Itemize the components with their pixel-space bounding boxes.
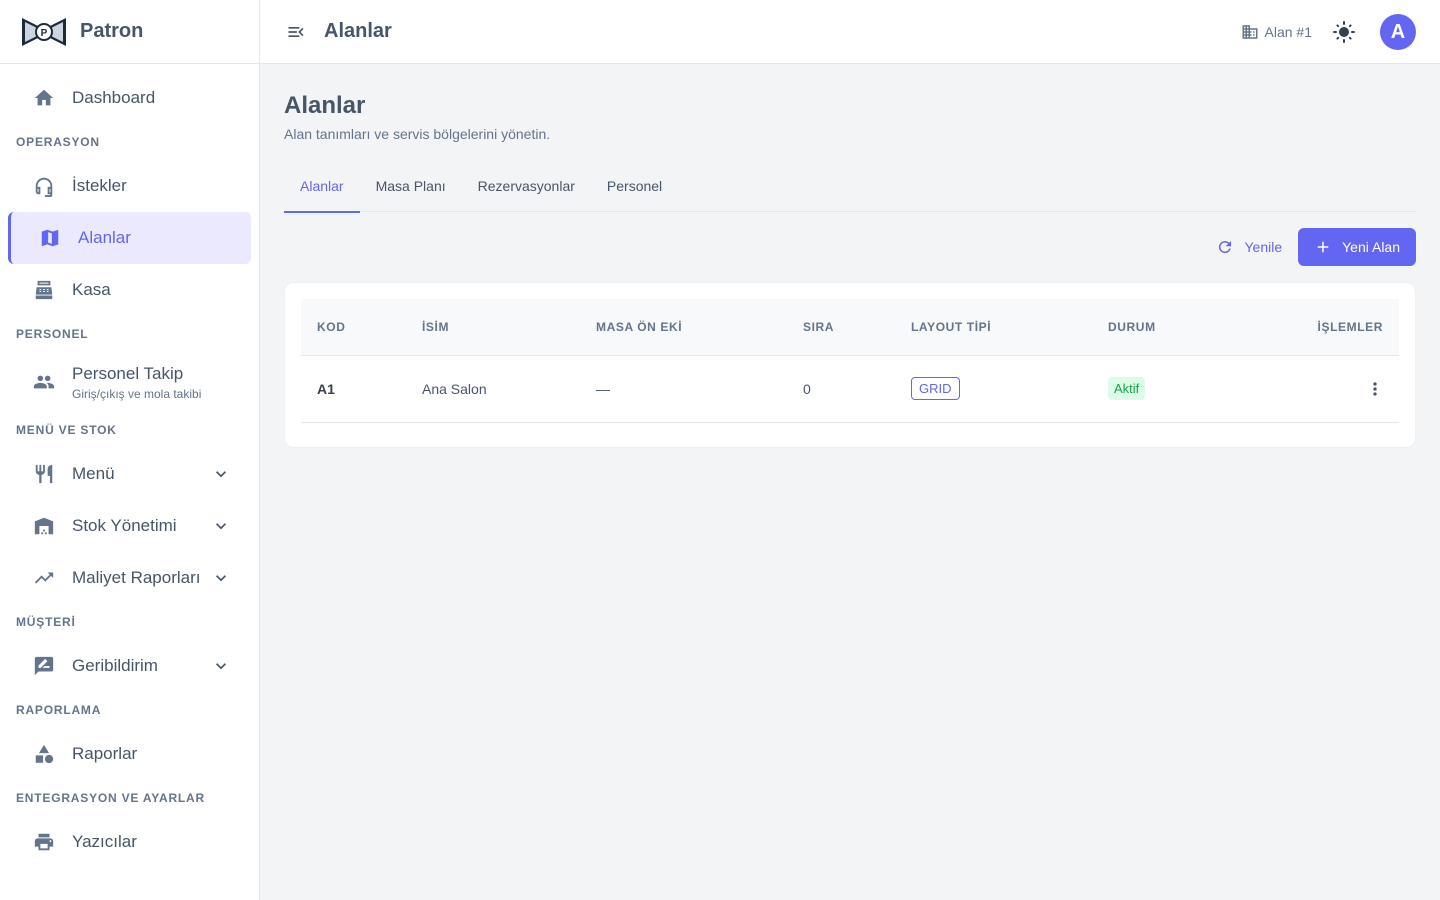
- refresh-icon: [1219, 241, 1232, 254]
- section-musteri: MÜŞTERİ: [16, 615, 76, 629]
- refresh-label: Yenile: [1244, 239, 1283, 255]
- plus-icon: [1317, 241, 1329, 253]
- sidebar-item-label: Personel Takip: [72, 363, 184, 383]
- avatar[interactable]: A: [1380, 14, 1416, 50]
- printer-icon: [32, 830, 56, 854]
- sidebar-item-dashboard[interactable]: Dashboard: [8, 72, 251, 124]
- section-raporlama: RAPORLAMA: [16, 703, 102, 717]
- sidebar-item-menu[interactable]: Menü: [8, 448, 251, 500]
- sidebar-item-sublabel: Giriş/çıkış ve mola takibi: [72, 386, 202, 401]
- sidebar-item-label: Stok Yönetimi: [72, 516, 177, 535]
- brand[interactable]: P Patron: [0, 0, 259, 64]
- sun-icon[interactable]: [1332, 20, 1356, 44]
- map-icon: [38, 226, 62, 250]
- section-operasyon: OPERASYON: [16, 135, 100, 149]
- main-content: Alanlar Alan tanımları ve servis bölgele…: [284, 64, 1416, 448]
- sidebar-item-label: Yazıcılar: [72, 832, 137, 851]
- cell-kod: A1: [301, 355, 406, 423]
- col-islemler: İŞLEMLER: [1262, 299, 1399, 356]
- section-menu-stok: MENÜ VE STOK: [16, 423, 117, 437]
- topbar-title: Alanlar: [324, 20, 392, 42]
- sidebar-item-text: Personel Takip Giriş/çıkış ve mola takib…: [72, 364, 201, 401]
- menu-collapse-icon[interactable]: [286, 22, 306, 42]
- sidebar-item-stok[interactable]: Stok Yönetimi: [8, 500, 251, 552]
- trending-up-icon: [32, 566, 56, 590]
- cell-masa-on-eki: —: [580, 355, 787, 423]
- sidebar-item-label: Menü: [72, 464, 115, 483]
- page-subtitle: Alan tanımları ve servis bölgelerini yön…: [284, 126, 551, 142]
- feedback-icon: [32, 654, 56, 678]
- sidebar-item-maliyet[interactable]: Maliyet Raporları: [8, 552, 251, 604]
- sidebar-item-raporlar[interactable]: Raporlar: [8, 728, 251, 780]
- action-bar: Yenile Yeni Alan: [284, 228, 1416, 266]
- cell-layout: GRID: [895, 355, 1092, 423]
- cash-register-icon: [32, 278, 56, 302]
- sidebar-item-istekler[interactable]: İstekler: [8, 160, 251, 212]
- col-durum[interactable]: DURUM: [1092, 299, 1262, 356]
- cell-isim: Ana Salon: [406, 355, 580, 423]
- chevron-down-icon[interactable]: [211, 464, 231, 484]
- sidebar: P Patron Dashboard OPERASYON İstekler Al…: [0, 0, 260, 900]
- chevron-down-icon[interactable]: [211, 656, 231, 676]
- refresh-button[interactable]: Yenile: [1216, 238, 1282, 256]
- brand-name: Patron: [80, 20, 144, 42]
- tab-alanlar[interactable]: Alanlar: [284, 172, 360, 213]
- layout-badge: GRID: [911, 377, 960, 400]
- topbar-right: Alan #1 A: [1241, 0, 1416, 64]
- chevron-down-icon[interactable]: [211, 516, 231, 536]
- areas-table: KOD İSİM MASA ÖN EKİ SIRA LAYOUT TİPİ DU…: [301, 299, 1399, 423]
- sidebar-item-label: Kasa: [72, 280, 111, 299]
- areas-table-card: KOD İSİM MASA ÖN EKİ SIRA LAYOUT TİPİ DU…: [284, 282, 1416, 448]
- status-badge: Aktif: [1108, 377, 1146, 400]
- sidebar-item-label: Alanlar: [78, 228, 131, 247]
- tab-personel[interactable]: Personel: [591, 172, 678, 212]
- shapes-icon: [32, 742, 56, 766]
- tab-rezervasyonlar[interactable]: Rezervasyonlar: [462, 172, 591, 212]
- warehouse-icon: [32, 514, 56, 538]
- new-area-label: Yeni Alan: [1342, 239, 1400, 255]
- topbar: Alanlar Alan #1 A: [260, 0, 1440, 64]
- branch-selector[interactable]: Alan #1: [1241, 23, 1312, 41]
- table-row[interactable]: A1 Ana Salon — 0 GRID Aktif: [301, 355, 1399, 423]
- tab-masa-plani[interactable]: Masa Planı: [360, 172, 462, 212]
- sidebar-item-yazicilar[interactable]: Yazıcılar: [8, 816, 251, 868]
- table-header-row: KOD İSİM MASA ÖN EKİ SIRA LAYOUT TİPİ DU…: [301, 299, 1399, 356]
- sidebar-item-alanlar[interactable]: Alanlar: [8, 212, 251, 264]
- sidebar-item-geribildirim[interactable]: Geribildirim: [8, 640, 251, 692]
- tab-bar: Alanlar Masa Planı Rezervasyonlar Person…: [284, 172, 1416, 213]
- sidebar-item-label: Geribildirim: [72, 656, 158, 675]
- page-title: Alanlar: [284, 92, 366, 119]
- logo-letter: P: [41, 28, 48, 39]
- cell-durum: Aktif: [1092, 355, 1262, 423]
- sidebar-item-kasa[interactable]: Kasa: [8, 264, 251, 316]
- building-icon: [1242, 25, 1258, 39]
- headset-icon: [32, 174, 56, 198]
- sidebar-item-label: Raporlar: [72, 744, 138, 763]
- group-icon: [32, 370, 56, 394]
- cell-sira: 0: [787, 355, 895, 423]
- sidebar-nav: Dashboard OPERASYON İstekler Alanlar Kas…: [0, 64, 259, 868]
- section-personel: PERSONEL: [16, 327, 89, 341]
- sidebar-item-personel-takip[interactable]: Personel Takip Giriş/çıkış ve mola takib…: [8, 352, 251, 412]
- col-kod[interactable]: KOD: [301, 299, 406, 356]
- section-entegrasyon: ENTEGRASYON VE AYARLAR: [16, 791, 205, 805]
- sidebar-item-label: Maliyet Raporları: [72, 568, 201, 587]
- home-icon: [32, 86, 56, 110]
- sidebar-item-label: Dashboard: [72, 88, 156, 107]
- bowtie-logo-icon: P: [20, 14, 68, 50]
- col-masa-on-eki[interactable]: MASA ÖN EKİ: [580, 299, 787, 356]
- col-sira[interactable]: SIRA: [787, 299, 895, 356]
- new-area-button[interactable]: Yeni Alan: [1298, 228, 1416, 266]
- utensils-icon: [32, 462, 56, 486]
- col-layout-tipi[interactable]: LAYOUT TİPİ: [895, 299, 1092, 356]
- chevron-down-icon[interactable]: [211, 568, 231, 588]
- sidebar-item-label: İstekler: [72, 176, 127, 195]
- kebab-icon[interactable]: [1365, 379, 1385, 399]
- cell-islemler: [1262, 355, 1399, 423]
- branch-label: Alan #1: [1264, 24, 1312, 40]
- col-isim[interactable]: İSİM: [406, 299, 580, 356]
